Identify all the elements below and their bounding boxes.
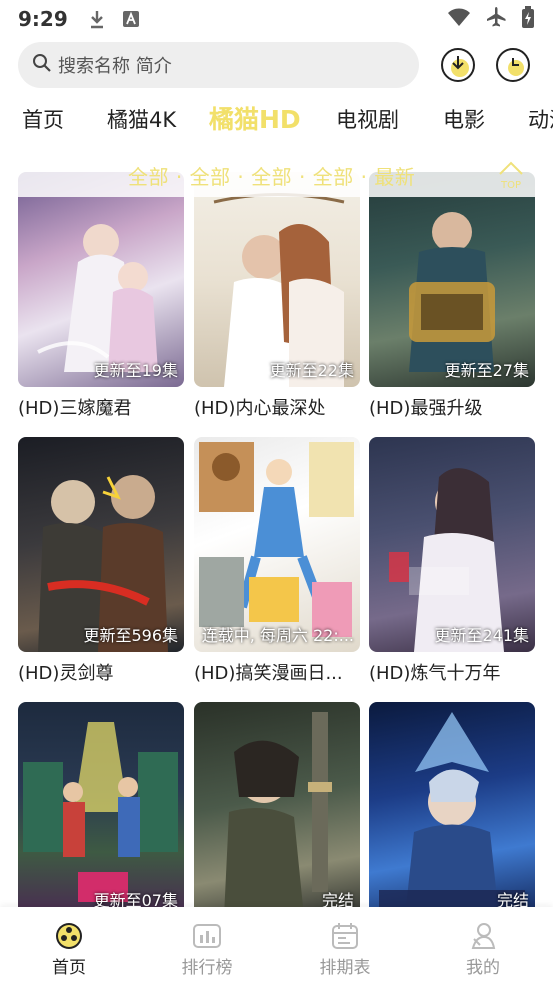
episode-badge: 更新至27集 [444,361,529,380]
search-icon [32,53,52,77]
video-title: (HD)内心最深处 [194,398,326,419]
bar-chart-icon [192,921,222,951]
episode-badge: 连载中, 每周六 22:... [201,626,354,645]
nav-me[interactable]: 我的 [414,907,552,984]
filter-options[interactable]: 全部 · 全部 · 全部 · 全部 · 最新 [128,161,415,190]
poster-image: 更新至22集 [194,172,360,387]
video-title: (HD)最强升级 [369,398,483,419]
status-time: 9:29 [18,7,68,31]
download-icon [86,8,108,30]
video-card[interactable]: 连载中, 每周六 22:... (HD)搞笑漫画日... [194,437,360,685]
poster-image: 更新至241集 [369,437,535,652]
nav-me-label: 我的 [466,958,500,978]
calendar-icon [330,921,360,951]
nav-ranking-label: 排行榜 [181,958,233,978]
tab-movies[interactable]: 电影 [443,96,485,144]
video-card[interactable]: 更新至27集 (HD)最强升级 [369,172,535,420]
poster-image: 更新至19集 [18,172,184,387]
search-placeholder: 搜索名称 简介 [58,56,172,77]
video-card[interactable]: 更新至596集 (HD)灵剑尊 [18,437,184,685]
user-icon [468,921,498,951]
video-card[interactable]: 更新至22集 (HD)内心最深处 [194,172,360,420]
app-notification-icon [120,8,142,30]
nav-home-label: 首页 [52,958,86,978]
wifi-icon [447,7,471,32]
tab-tv-series[interactable]: 电视剧 [336,96,399,144]
search-input[interactable]: 搜索名称 简介 [18,42,419,88]
poster-image: 完结 [369,702,535,917]
episode-badge: 更新至241集 [434,626,529,645]
airplane-icon [485,6,507,33]
scroll-top-button[interactable]: TOP [496,159,526,193]
tab-anime[interactable]: 动漫 [528,96,553,144]
download-button[interactable] [441,48,475,82]
tab-juemao-hd[interactable]: 橘猫HD [209,96,301,144]
status-bar: 9:29 [0,0,553,38]
tab-juemao-4k[interactable]: 橘猫4K [107,96,176,144]
poster-image: 完结 [194,702,360,917]
episode-badge: 更新至19集 [93,361,178,380]
poster-image: 连载中, 每周六 22:... [194,437,360,652]
video-title: (HD)搞笑漫画日... [194,663,343,684]
chevron-up-icon [499,161,523,175]
history-button[interactable] [496,48,530,82]
bottom-navigation: 首页 排行榜 排期表 我的 [0,907,553,984]
video-card[interactable]: 更新至241集 (HD)炼气十万年 [369,437,535,685]
poster-image: 更新至596集 [18,437,184,652]
top-label: TOP [500,180,521,191]
video-title: (HD)灵剑尊 [18,663,114,684]
video-title: (HD)炼气十万年 [369,663,501,684]
tab-home[interactable]: 首页 [22,96,64,144]
video-title: (HD)三嫁魔君 [18,398,132,419]
battery-icon [521,5,535,33]
film-reel-icon [54,921,84,951]
episode-badge: 更新至22集 [269,361,354,380]
nav-home[interactable]: 首页 [0,907,138,984]
search-row: 搜索名称 简介 [18,42,538,88]
video-card[interactable]: 完结 [369,702,535,917]
episode-badge: 更新至596集 [83,626,178,645]
nav-schedule[interactable]: 排期表 [276,907,414,984]
download-circle-icon [451,56,469,77]
history-icon [508,58,524,76]
poster-image: 更新至07集 [18,702,184,917]
video-card[interactable]: 完结 [194,702,360,917]
video-card[interactable]: 更新至19集 (HD)三嫁魔君 [18,172,184,420]
video-card[interactable]: 更新至07集 [18,702,184,917]
nav-schedule-label: 排期表 [319,958,371,978]
category-tabs: 首页 橘猫4K 橘猫HD 电视剧 电影 动漫 [0,96,553,144]
nav-ranking[interactable]: 排行榜 [138,907,276,984]
poster-image: 更新至27集 [369,172,535,387]
filter-bar: 全部 · 全部 · 全部 · 全部 · 最新 TOP [0,153,553,197]
